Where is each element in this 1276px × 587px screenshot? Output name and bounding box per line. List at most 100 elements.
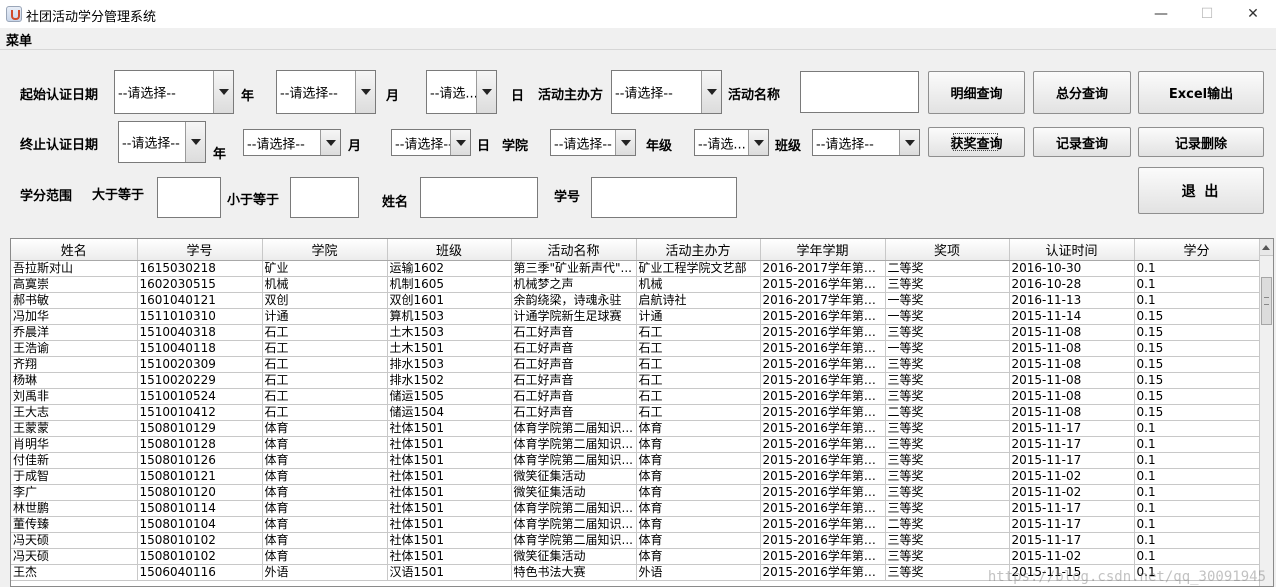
minimize-button[interactable]: — [1138,0,1184,28]
table-cell[interactable]: 2015-2016学年第1... [760,276,886,293]
chevron-down-icon[interactable] [213,71,233,113]
table-cell[interactable]: 0.15 [1134,372,1260,389]
table-cell[interactable]: 体育 [636,500,761,517]
table-cell[interactable]: 体育 [262,532,388,549]
table-cell[interactable]: 余韵绕梁，诗魂永驻 [511,292,637,309]
table-cell[interactable]: 0.1 [1134,500,1260,517]
table-cell[interactable]: 2015-11-17 [1009,516,1135,533]
table-cell[interactable]: 2015-2016学年第1... [760,548,886,565]
table-cell[interactable]: 1508010102 [137,532,263,549]
table-cell[interactable]: 外语 [636,564,761,581]
credit-min-input[interactable] [157,177,221,218]
table-cell[interactable]: 第三季"矿业新声代"... [511,260,637,277]
table-cell[interactable]: 林世鹏 [11,500,138,517]
excel-export-button[interactable]: Excel输出 [1138,71,1264,114]
table-cell[interactable]: 土木1503 [387,324,512,341]
table-cell[interactable]: 董传臻 [11,516,138,533]
close-button[interactable]: ✕ [1230,0,1276,28]
table-row[interactable]: 高寞崇 1602030515 机械 机制1605 机械梦之声 机械 2015-2016学年第… [11,276,1260,293]
table-cell[interactable]: 0.1 [1134,276,1260,293]
table-cell[interactable]: 2015-2016学年第1... [760,308,886,325]
table-cell[interactable]: 三等奖 [885,468,1010,485]
table-cell[interactable]: 2015-2016学年第1... [760,436,886,453]
table-cell[interactable]: 微笑征集活动 [511,484,637,501]
table-cell[interactable]: 体育 [636,420,761,437]
table-cell[interactable]: 王浩谕 [11,340,138,357]
table-cell[interactable]: 社体1501 [387,532,512,549]
table-cell[interactable]: 石工 [262,356,388,373]
class-combo[interactable]: --请选择-- [812,129,920,156]
table-cell[interactable]: 2015-11-02 [1009,484,1135,501]
table-cell[interactable]: 石工好声音 [511,388,637,405]
table-cell[interactable]: 微笑征集活动 [511,548,637,565]
table-cell[interactable]: 1506040116 [137,564,263,581]
table-cell[interactable]: 体育学院第二届知识... [511,436,637,453]
table-cell[interactable]: 1508010114 [137,500,263,517]
table-row[interactable]: 于成智 1508010121 体育 社体1501 微笑征集活动 体育 2015-2016学年… [11,468,1260,485]
table-cell[interactable]: 2015-2016学年第1... [760,388,886,405]
table-cell[interactable]: 0.15 [1134,324,1260,341]
table-cell[interactable]: 0.1 [1134,484,1260,501]
chevron-down-icon[interactable] [450,130,470,155]
credit-max-input[interactable] [290,177,359,218]
table-cell[interactable]: 计通 [636,308,761,325]
table-cell[interactable]: 体育 [262,468,388,485]
table-cell[interactable]: 1508010102 [137,548,263,565]
table-cell[interactable]: 社体1501 [387,500,512,517]
table-cell[interactable]: 0.15 [1134,356,1260,373]
table-cell[interactable]: 于成智 [11,468,138,485]
table-row[interactable]: 冯天硕 1508010102 体育 社体1501 体育学院第二届知识... 体育 2015-… [11,532,1260,549]
table-cell[interactable]: 2015-11-17 [1009,436,1135,453]
table-cell[interactable]: 计通 [262,308,388,325]
start-year-combo[interactable]: --请选择-- [114,70,234,114]
table-cell[interactable]: 三等奖 [885,532,1010,549]
table-cell[interactable]: 0.1 [1134,260,1260,277]
table-cell[interactable]: 土木1501 [387,340,512,357]
total-query-button[interactable]: 总分查询 [1033,71,1131,114]
table-cell[interactable]: 0.1 [1134,516,1260,533]
table-cell[interactable]: 社体1501 [387,548,512,565]
table-cell[interactable]: 储运1504 [387,404,512,421]
chevron-down-icon[interactable] [615,130,635,155]
table-cell[interactable]: 2016-2017学年第1... [760,260,886,277]
table-row[interactable]: 杨琳 1510020229 石工 排水1502 石工好声音 石工 2015-2016学年第1… [11,372,1260,389]
table-cell[interactable]: 2016-10-28 [1009,276,1135,293]
table-cell[interactable]: 2015-2016学年第1... [760,324,886,341]
table-row[interactable]: 林世鹏 1508010114 体育 社体1501 体育学院第二届知识... 体育 2015-… [11,500,1260,517]
table-cell[interactable]: 2015-2016学年第1... [760,452,886,469]
column-header[interactable]: 奖项 [885,239,1010,261]
student-id-input[interactable] [591,177,737,218]
table-row[interactable]: 吾拉斯对山 1615030218 矿业 运输1602 第三季"矿业新声代"... 矿业工程… [11,260,1260,277]
table-cell[interactable]: 体育 [636,532,761,549]
table-row[interactable]: 肖明华 1508010128 体育 社体1501 体育学院第二届知识... 体育 2015-… [11,436,1260,453]
table-cell[interactable]: 体育 [636,484,761,501]
table-cell[interactable]: 体育 [636,516,761,533]
table-cell[interactable]: 机械梦之声 [511,276,637,293]
table-cell[interactable]: 三等奖 [885,276,1010,293]
table-row[interactable]: 李广 1508010120 体育 社体1501 微笑征集活动 体育 2015-2016学年第… [11,484,1260,501]
table-cell[interactable]: 齐翔 [11,356,138,373]
table-row[interactable]: 王浩谕 1510040118 石工 土木1501 石工好声音 石工 2015-2016学年第… [11,340,1260,357]
table-cell[interactable]: 机制1605 [387,276,512,293]
table-cell[interactable]: 排水1503 [387,356,512,373]
table-cell[interactable]: 矿业 [262,260,388,277]
table-cell[interactable]: 1508010126 [137,452,263,469]
table-cell[interactable]: 算机1503 [387,308,512,325]
table-cell[interactable]: 双创1601 [387,292,512,309]
table-cell[interactable]: 1510010524 [137,388,263,405]
table-cell[interactable]: 1510020229 [137,372,263,389]
table-row[interactable]: 冯加华 1511010310 计通 算机1503 计通学院新生足球赛 计通 2015-201… [11,308,1260,325]
chevron-down-icon[interactable] [185,122,205,162]
scroll-up-icon[interactable] [1260,239,1273,256]
record-delete-button[interactable]: 记录删除 [1138,127,1264,157]
table-cell[interactable]: 机械 [262,276,388,293]
table-cell[interactable]: 社体1501 [387,420,512,437]
vertical-scrollbar[interactable] [1259,239,1273,586]
table-row[interactable]: 王大志 1510010412 石工 储运1504 石工好声音 石工 2015-2016学年第… [11,404,1260,421]
table-row[interactable]: 冯天硕 1508010102 体育 社体1501 微笑征集活动 体育 2015-2016学年… [11,548,1260,565]
table-cell[interactable]: 石工好声音 [511,372,637,389]
table-cell[interactable]: 石工 [262,324,388,341]
table-row[interactable]: 董传臻 1508010104 体育 社体1501 体育学院第二届知识... 体育 2015-… [11,516,1260,533]
table-cell[interactable]: 体育 [262,484,388,501]
table-cell[interactable]: 一等奖 [885,340,1010,357]
